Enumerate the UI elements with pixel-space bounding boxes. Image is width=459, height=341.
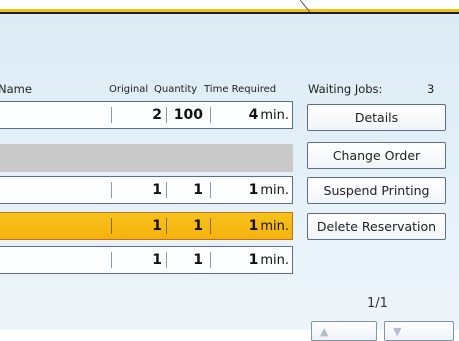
job-row[interactable]: 1 1 1 min. — [0, 176, 293, 204]
job-original: 2 — [152, 107, 162, 123]
next-page-button[interactable]: ▼ — [384, 321, 454, 341]
column-header-name: Name — [0, 82, 32, 96]
job-quantity: 100 — [173, 107, 203, 123]
job-time-unit: min. — [260, 219, 289, 234]
job-original: 1 — [152, 182, 162, 198]
previous-page-button[interactable]: ▲ — [311, 321, 377, 341]
page-indicator: 1/1 — [367, 296, 388, 311]
job-row[interactable]: 1 1 1 min. — [0, 246, 293, 274]
job-time-unit: min. — [260, 253, 289, 268]
job-original: 1 — [152, 218, 162, 234]
job-time: 1 — [248, 218, 259, 234]
tab-edge — [300, 0, 310, 14]
delete-reservation-button[interactable]: Delete Reservation — [307, 213, 446, 240]
details-button[interactable]: Details — [307, 104, 446, 131]
job-quantity: 1 — [193, 182, 203, 198]
next-icon: ▼ — [393, 325, 402, 338]
waiting-jobs-label: Waiting Jobs: — [308, 82, 383, 96]
job-row-empty — [0, 144, 293, 172]
change-order-button[interactable]: Change Order — [307, 142, 446, 169]
job-time-unit: min. — [260, 108, 289, 123]
waiting-jobs-count: 3 — [427, 82, 435, 96]
previous-icon: ▲ — [320, 325, 329, 338]
job-list-panel — [0, 14, 459, 330]
job-row-selected[interactable]: 1 1 1 min. — [0, 212, 293, 240]
job-time: 1 — [248, 252, 259, 268]
job-quantity: 1 — [193, 218, 203, 234]
job-original: 1 — [152, 252, 162, 268]
suspend-printing-button[interactable]: Suspend Printing — [307, 177, 446, 204]
column-header-quantity: Quantity — [154, 84, 198, 95]
job-time: 1 — [248, 182, 259, 198]
job-quantity: 1 — [193, 252, 203, 268]
column-header-original: Original — [109, 84, 149, 95]
job-row[interactable]: 2 100 4 min. — [0, 101, 293, 129]
column-header-time-required: Time Required — [204, 84, 277, 95]
job-time-unit: min. — [260, 183, 289, 198]
job-time: 4 — [248, 107, 259, 123]
